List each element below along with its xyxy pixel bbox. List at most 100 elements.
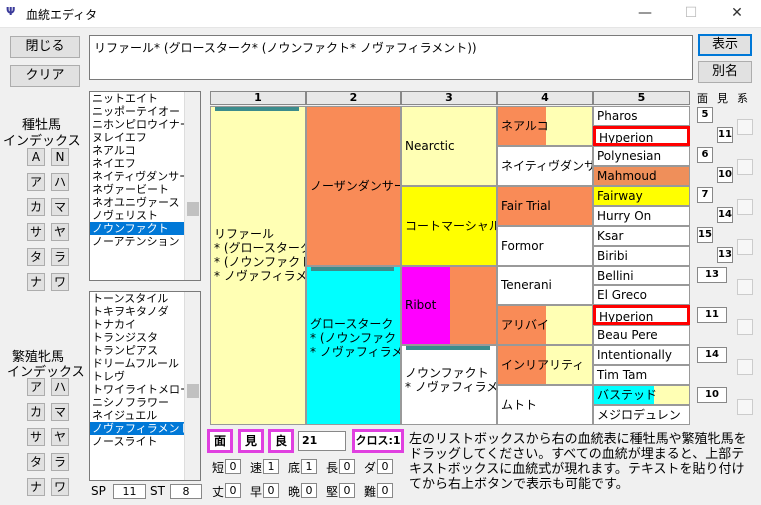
close-window-button[interactable]: ✕ xyxy=(714,0,760,28)
mare_index-item[interactable]: トランピアス xyxy=(90,344,185,357)
mare_index-item[interactable]: トレヴ xyxy=(90,370,185,383)
formula-textbox[interactable]: リファール* (グロースターク* (ノウンファクト* ノヴァフィラメント)) xyxy=(89,35,693,80)
mare_index-key-5[interactable]: ヤ xyxy=(51,428,69,446)
mare-list-scrollbar[interactable] xyxy=(184,292,200,480)
mare_index-item[interactable]: トナカイ xyxy=(90,318,185,331)
pedigree-g5-cell[interactable]: Biribi xyxy=(593,245,690,266)
mare_index-item[interactable]: ノヴァフィラメント xyxy=(90,422,185,435)
show-button[interactable]: 表示 xyxy=(698,34,752,56)
pedigree-g3-cell[interactable]: ノウンファクト * ノヴァフィラメント xyxy=(401,345,497,425)
clear-button[interactable]: クリア xyxy=(10,65,80,87)
pedigree-g4-cell[interactable]: Fair Trial xyxy=(497,185,593,226)
pedigree-g1-cell[interactable]: リファール * (グロースターク * (ノウンファクト * ノヴァフィラメント xyxy=(210,106,306,425)
mare_index-key-7[interactable]: ラ xyxy=(51,453,69,471)
sire_index-item[interactable]: ニットエイト xyxy=(90,92,185,105)
pedigree-g5-cell[interactable]: Polynesian xyxy=(593,145,690,166)
pedigree-g4-cell[interactable]: アリバイ xyxy=(497,305,593,346)
pedigree-g5-cell[interactable]: Fairway xyxy=(593,185,690,206)
sire_index-key-0[interactable]: A xyxy=(27,148,45,166)
sire_index-item[interactable]: ノヴェリスト xyxy=(90,209,185,222)
sire_index-item[interactable]: ネアルコ xyxy=(90,144,185,157)
pedigree-g3-cell[interactable]: コートマーシャル xyxy=(401,185,497,266)
mare_index-key-2[interactable]: カ xyxy=(27,403,45,421)
pedigree-g4-cell[interactable]: Tenerani xyxy=(497,265,593,306)
mare-listbox[interactable]: トーンスタイル トキヲキタノダ トナカイ トランジスタ トランピアス ドリームフルール トレ… xyxy=(89,291,201,481)
mare_index-item[interactable]: トキヲキタノダ xyxy=(90,305,185,318)
kei-checkbox[interactable] xyxy=(737,359,753,375)
kei-checkbox[interactable] xyxy=(737,319,753,335)
pedigree-g5-cell[interactable]: Hurry On xyxy=(593,205,690,226)
pedigree-g4-cell[interactable]: ネアルコ xyxy=(497,106,593,146)
minimize-button[interactable]: — xyxy=(622,0,668,28)
cross-indicator[interactable]: クロス:1 xyxy=(352,429,404,453)
sire_index-item[interactable]: ニホンピロウイナー xyxy=(90,118,185,131)
pedigree-g5-cell[interactable]: Intentionally xyxy=(593,345,690,366)
ryo-toggle[interactable]: 良 xyxy=(268,429,294,453)
pedigree-g2-cell[interactable]: グロースターク * (ノウンファクト * ノヴァフィラメント xyxy=(306,265,401,425)
mare_index-key-4[interactable]: サ xyxy=(27,428,45,446)
sire_index-key-11[interactable]: ワ xyxy=(51,273,69,291)
mare_index-key-9[interactable]: ワ xyxy=(51,478,69,496)
sire_index-key-2[interactable]: ア xyxy=(27,173,45,191)
mare_index-item[interactable]: トワイライトメロー xyxy=(90,383,185,396)
sire_index-key-7[interactable]: ヤ xyxy=(51,223,69,241)
pedigree-g3-cell[interactable]: Nearctic xyxy=(401,106,497,186)
sire_index-key-8[interactable]: タ xyxy=(27,248,45,266)
maximize-button[interactable]: ☐ xyxy=(668,0,714,28)
mare_index-key-1[interactable]: ハ xyxy=(51,378,69,396)
mare_index-key-0[interactable]: ア xyxy=(27,378,45,396)
sire_index-key-4[interactable]: カ xyxy=(27,198,45,216)
pedigree-g4-cell[interactable]: ムトト xyxy=(497,385,593,425)
mare_index-key-8[interactable]: ナ xyxy=(27,478,45,496)
sire_index-item[interactable]: ネイティヴダンサー xyxy=(90,170,185,183)
sire_index-item[interactable]: ニッポーテイオー xyxy=(90,105,185,118)
kei-checkbox[interactable] xyxy=(737,279,753,295)
kei-checkbox[interactable] xyxy=(737,399,753,415)
pedigree-g5-cell[interactable]: Tim Tam xyxy=(593,365,690,386)
sire-list-scrollbar[interactable] xyxy=(184,92,200,280)
pedigree-g5-cell[interactable]: Hyperion xyxy=(593,305,690,326)
sire_index-key-6[interactable]: サ xyxy=(27,223,45,241)
pedigree-g5-cell[interactable]: Pharos xyxy=(593,106,690,126)
men-toggle[interactable]: 面 xyxy=(207,429,233,453)
pedigree-g5-cell[interactable]: Mahmoud xyxy=(593,165,690,186)
kei-checkbox[interactable] xyxy=(737,239,753,255)
pedigree-g4-cell[interactable]: Formor xyxy=(497,225,593,266)
mi-toggle[interactable]: 見 xyxy=(238,429,264,453)
mare-list-scroll-thumb[interactable] xyxy=(187,384,199,398)
mare_index-item[interactable]: トランジスタ xyxy=(90,331,185,344)
pedigree-g5-cell[interactable]: Hyperion xyxy=(593,125,690,146)
pedigree-g4-cell[interactable]: ネイティヴダンサー xyxy=(497,145,593,186)
mare_index-item[interactable]: ネイジュエル xyxy=(90,409,185,422)
mare_index-item[interactable]: ドリームフルール xyxy=(90,357,185,370)
sire_index-key-1[interactable]: N xyxy=(51,148,69,166)
pedigree-g5-cell[interactable]: Beau Pere xyxy=(593,325,690,346)
sire_index-key-10[interactable]: ナ xyxy=(27,273,45,291)
sire-listbox[interactable]: ニットエイト ニッポーテイオー ニホンピロウイナー ヌレイエフ ネアルコ ネイエフ ネイティ… xyxy=(89,91,201,281)
alias-button[interactable]: 別名 xyxy=(698,61,752,83)
sire_index-item[interactable]: ノウンファクト xyxy=(90,222,185,235)
mare_index-item[interactable]: ノースライト xyxy=(90,435,185,448)
mare_index-key-6[interactable]: タ xyxy=(27,453,45,471)
sire_index-key-3[interactable]: ハ xyxy=(51,173,69,191)
pedigree-g5-cell[interactable]: Ksar xyxy=(593,225,690,246)
pedigree-g3-cell[interactable]: Ribot xyxy=(401,265,497,346)
sire_index-item[interactable]: ヌレイエフ xyxy=(90,131,185,144)
mare_index-item[interactable]: ニシノフラワー xyxy=(90,396,185,409)
sire_index-key-9[interactable]: ラ xyxy=(51,248,69,266)
mare_index-key-3[interactable]: マ xyxy=(51,403,69,421)
kei-checkbox[interactable] xyxy=(737,199,753,215)
pedigree-g4-cell[interactable]: インリアリティ xyxy=(497,345,593,386)
pedigree-g5-cell[interactable]: メジロデュレン xyxy=(593,405,690,425)
close-button[interactable]: 閉じる xyxy=(10,36,80,58)
sire_index-key-5[interactable]: マ xyxy=(51,198,69,216)
pedigree-g5-cell[interactable]: Bellini xyxy=(593,265,690,286)
sire-list-scroll-thumb[interactable] xyxy=(187,202,199,216)
pedigree-g5-cell[interactable]: El Greco xyxy=(593,285,690,306)
sire_index-item[interactable]: ネイエフ xyxy=(90,157,185,170)
kei-checkbox[interactable] xyxy=(737,159,753,175)
sire_index-item[interactable]: ノーアテンション xyxy=(90,235,185,248)
mare_index-item[interactable]: トーンスタイル xyxy=(90,292,185,305)
kei-checkbox[interactable] xyxy=(737,119,753,135)
pedigree-g5-cell[interactable]: バステッド xyxy=(593,385,690,406)
